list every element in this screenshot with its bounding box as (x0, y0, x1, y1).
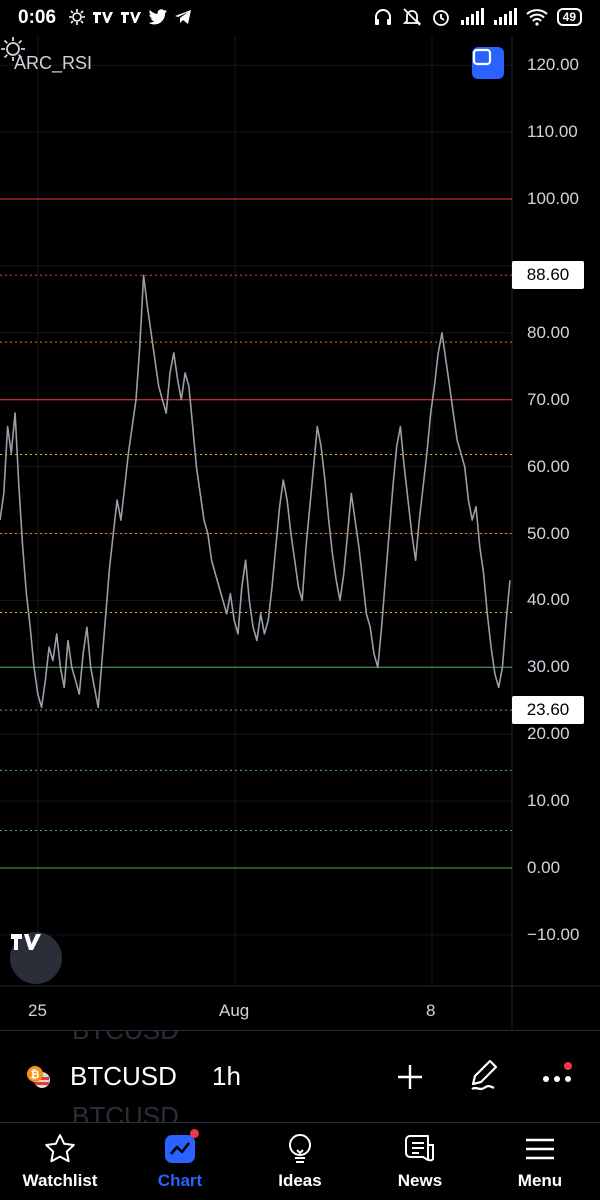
ghost-symbol-previous: BTCUSD (72, 1030, 179, 1045)
ghost-symbol-next: BTCUSD (72, 1101, 179, 1122)
nav-label-chart: Chart (157, 1171, 203, 1190)
price-axis-tick: 50.00 (527, 523, 570, 543)
price-axis-tick: 110.00 (527, 122, 578, 142)
bell-off-icon (402, 8, 421, 26)
status-system-icons: 49 (373, 7, 582, 27)
price-axis-tick: 120.00 (527, 55, 579, 75)
time-label-aug: Aug (219, 1001, 250, 1020)
price-axis-tick: 70.00 (527, 389, 570, 409)
tradingview-icon (93, 12, 113, 23)
price-axis-tick: 20.00 (527, 724, 570, 744)
sun-icon[interactable] (0, 36, 26, 62)
telegram-icon (175, 10, 191, 24)
hamburger-menu-icon (522, 1131, 558, 1167)
nav-chart[interactable]: Chart (120, 1123, 240, 1200)
symbol-name[interactable]: BTCUSD (70, 1061, 177, 1092)
headphones-icon (374, 9, 391, 25)
price-axis-tick: 0.00 (527, 858, 561, 877)
pen-icon[interactable] (466, 1057, 502, 1093)
price-axis-tick: 40.00 (527, 590, 570, 610)
nav-label-ideas: Ideas (278, 1171, 322, 1190)
price-axis-tick: 60.00 (527, 456, 570, 476)
chart-notification-dot (190, 1129, 199, 1138)
fullscreen-button[interactable] (472, 47, 504, 79)
nav-label-news: News (397, 1171, 443, 1190)
battery-indicator: 49 (556, 8, 582, 26)
status-bar: 0:06 49 (0, 0, 600, 36)
price-axis-tick: 30.00 (527, 657, 570, 677)
bottom-navigation: Watchlist Chart Ideas News Menu (0, 1122, 600, 1200)
alarm-icon (432, 10, 449, 26)
price-axis-tick: 80.00 (527, 322, 570, 342)
rsi-series-line (0, 274, 511, 709)
more-dots-icon[interactable] (540, 1059, 576, 1095)
lightbulb-icon (282, 1131, 318, 1167)
status-notification-icons (68, 8, 192, 26)
plus-icon[interactable] (394, 1061, 426, 1093)
wifi-icon (525, 9, 548, 26)
signal-icon (493, 8, 517, 25)
price-label-upper: 88.60 (512, 261, 584, 290)
price-axis-tick: 100.00 (527, 189, 579, 208)
nav-ideas[interactable]: Ideas (240, 1123, 360, 1200)
time-label-8: 8 (426, 1001, 436, 1020)
tradingview-icon (11, 934, 41, 950)
price-axis-tick: 10.00 (527, 791, 570, 811)
nav-label-watchlist: Watchlist (22, 1171, 98, 1190)
symbol-bar: BTCUSD ₿ BTCUSD 1h BTCUSD (0, 1030, 600, 1122)
nav-news[interactable]: News (360, 1123, 480, 1200)
nav-label-menu: Menu (517, 1171, 563, 1190)
status-time: 0:06 (18, 7, 57, 28)
interval-selector[interactable]: 1h (212, 1061, 241, 1092)
tradingview-logo[interactable] (10, 932, 62, 984)
time-label-25: 25 (28, 1001, 47, 1020)
price-label-lower: 23.60 (512, 696, 584, 725)
nav-watchlist[interactable]: Watchlist (0, 1123, 120, 1200)
signal-icon (460, 8, 484, 25)
price-axis-tick: −10.00 (527, 924, 580, 944)
star-icon (42, 1131, 78, 1167)
rsi-chart[interactable] (0, 36, 600, 1030)
bitcoin-icon: ₿ (27, 1066, 50, 1088)
fullscreen-icon (472, 48, 492, 66)
notification-app-icon (69, 9, 85, 25)
twitter-icon (148, 9, 167, 25)
tradingview-icon (121, 12, 141, 23)
news-icon (402, 1131, 438, 1167)
nav-menu[interactable]: Menu (480, 1123, 600, 1200)
chart-pane[interactable]: ARC_RSI 120.00 110.00 100.00 80.00 70.00 60.0… (0, 36, 600, 1030)
svg-text:₿: ₿ (31, 1068, 40, 1081)
